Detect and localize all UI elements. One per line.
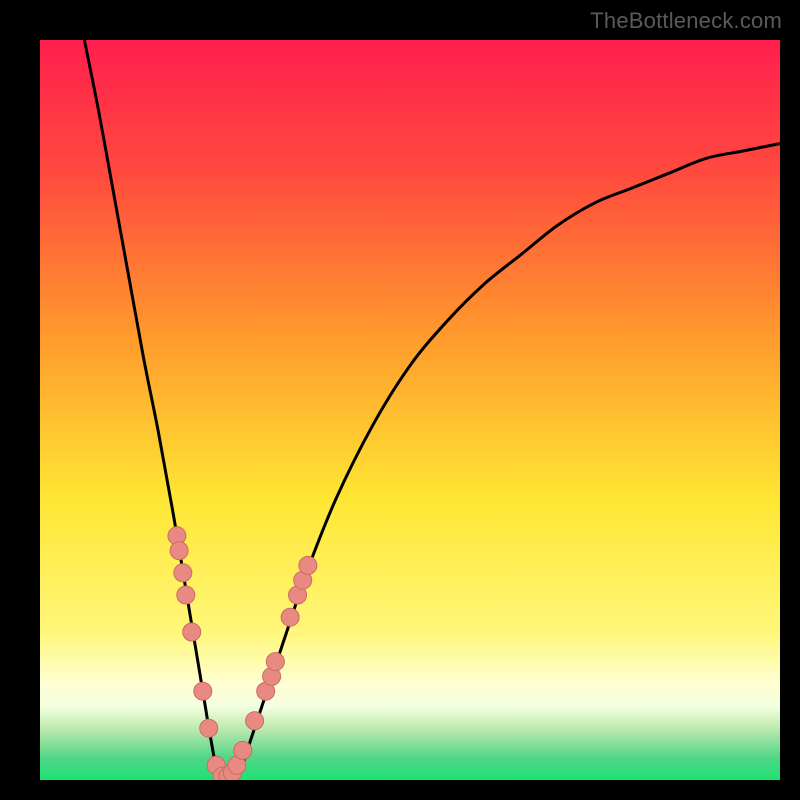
- data-marker: [299, 556, 317, 574]
- data-marker: [170, 542, 188, 560]
- data-marker: [266, 653, 284, 671]
- data-marker: [234, 741, 252, 759]
- plot-area: [40, 40, 780, 780]
- gradient-background: [40, 40, 780, 780]
- data-marker: [177, 586, 195, 604]
- watermark-text: TheBottleneck.com: [590, 8, 782, 34]
- data-marker: [246, 712, 264, 730]
- data-marker: [174, 564, 192, 582]
- data-marker: [194, 682, 212, 700]
- data-marker: [183, 623, 201, 641]
- data-marker: [281, 608, 299, 626]
- chart-frame: TheBottleneck.com: [0, 0, 800, 800]
- data-marker: [200, 719, 218, 737]
- bottleneck-chart-svg: [40, 40, 780, 780]
